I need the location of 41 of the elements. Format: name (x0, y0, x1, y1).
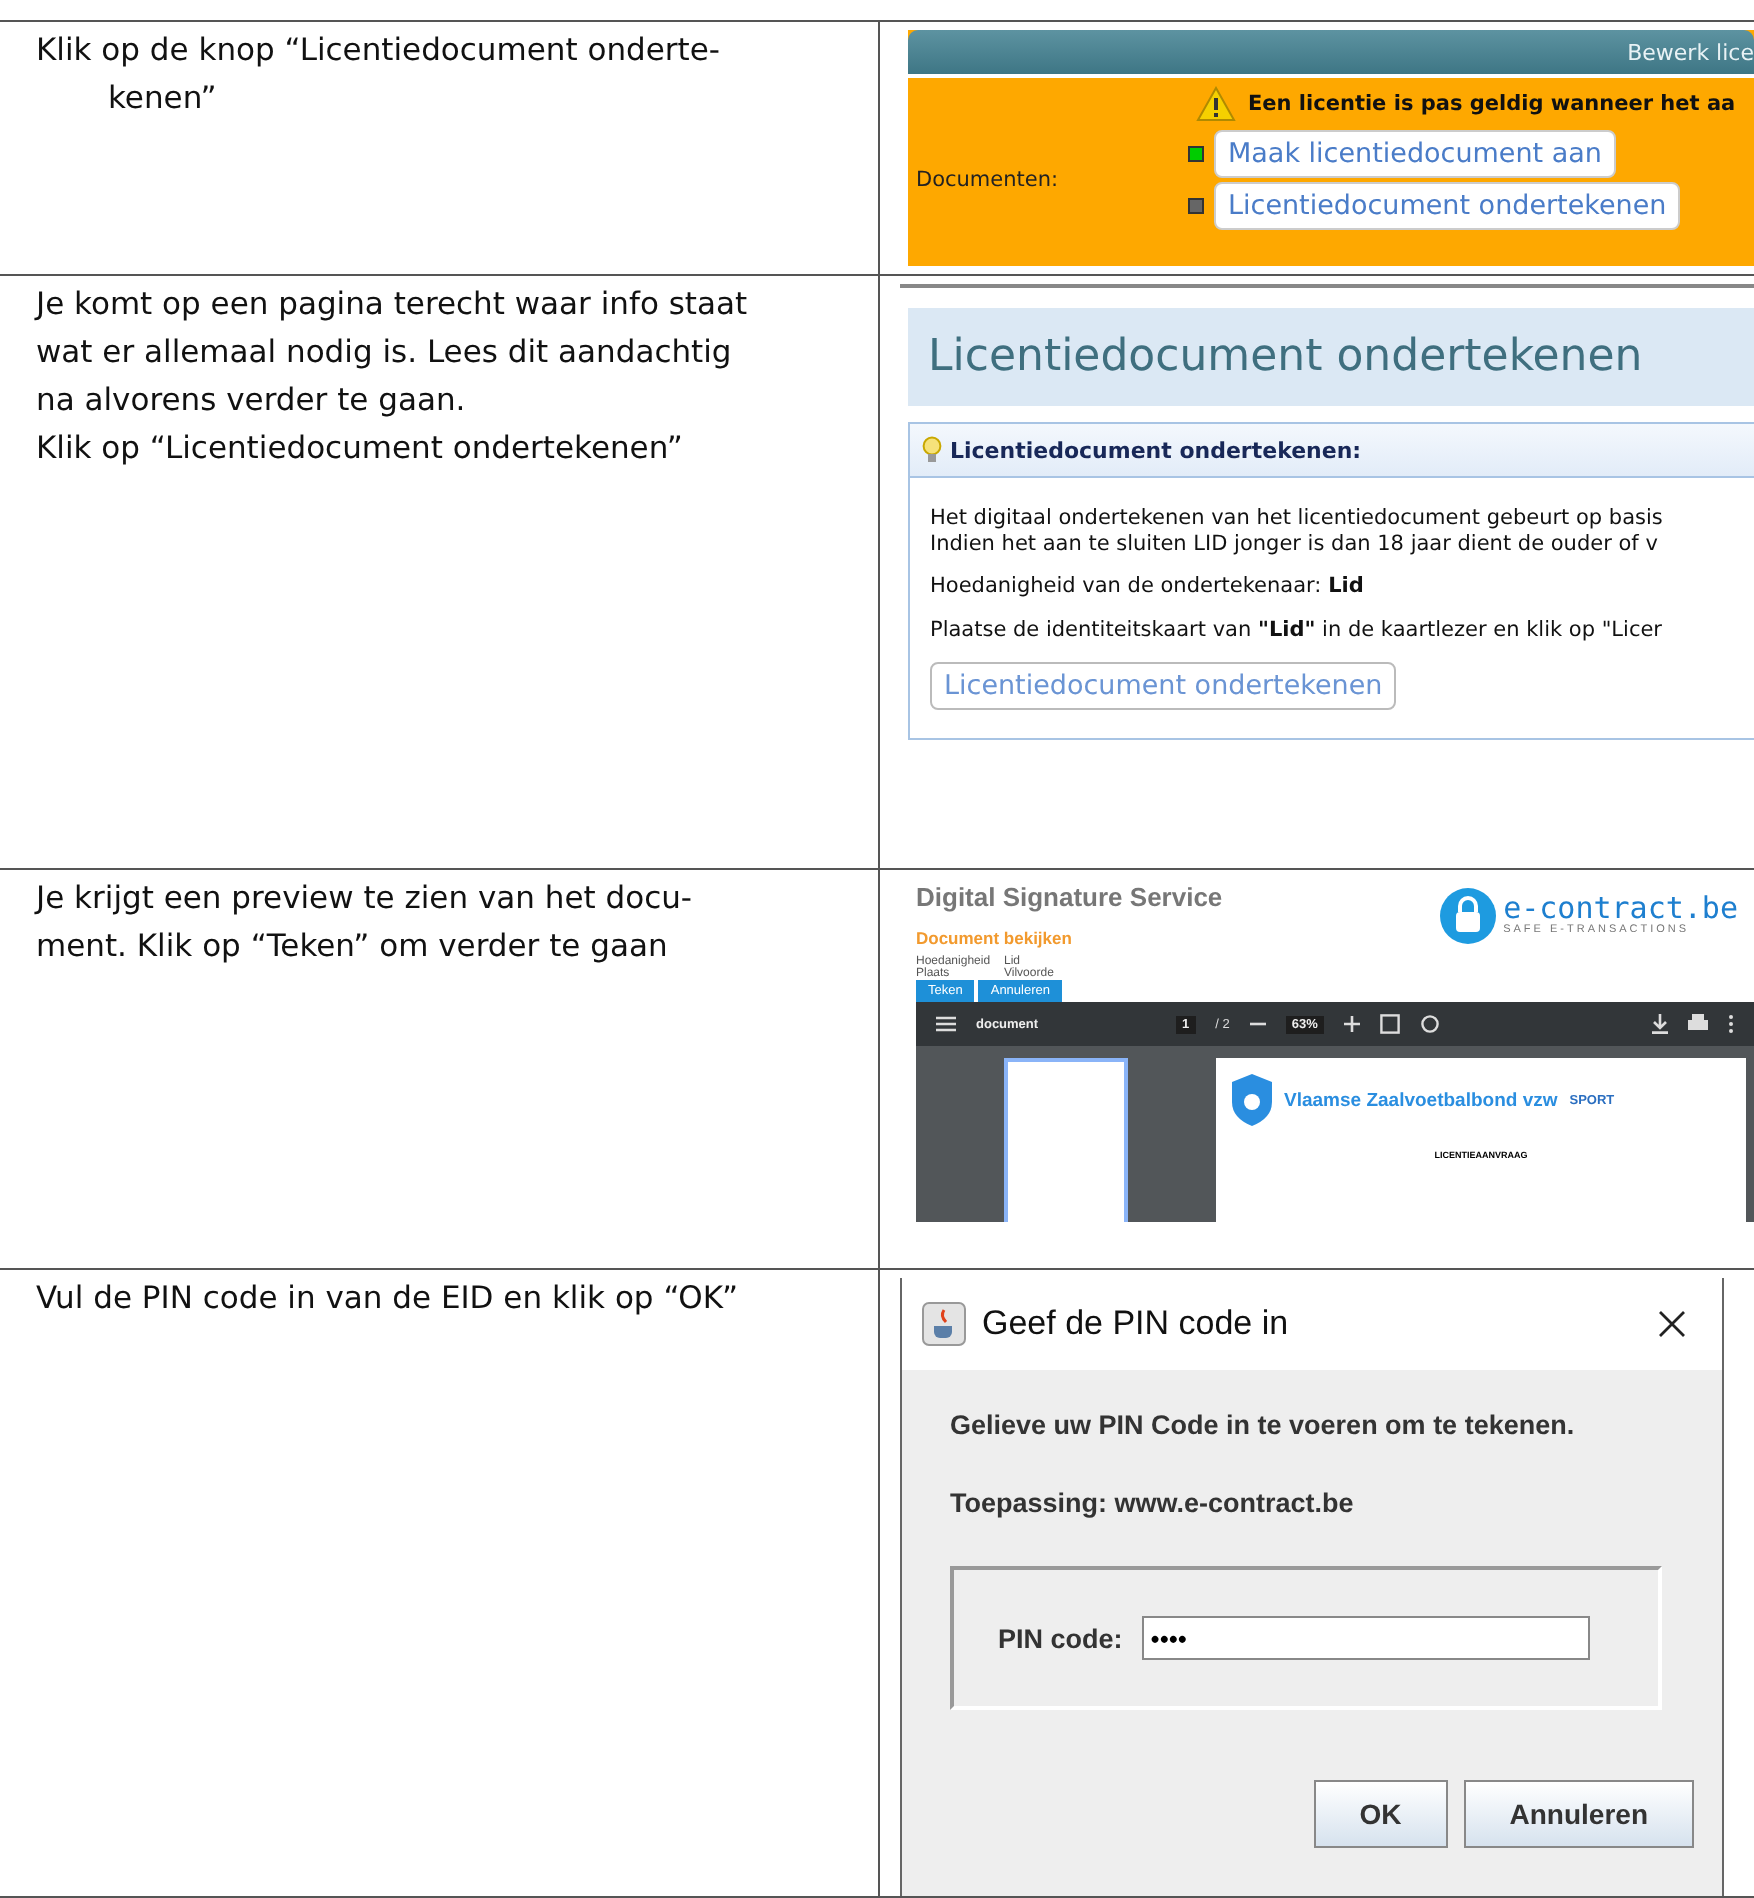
warning-text: Een licentie is pas geldig wanneer het aa (1248, 92, 1736, 116)
shield-logo-icon (1232, 1074, 1272, 1126)
info-text: Hoedanigheid van de ondertekenaar: Lid (930, 574, 1366, 598)
warning-icon (1196, 86, 1236, 122)
info-text: Plaatse de identiteitskaart van "Lid" in de kaartlezer en klik op "Licer (930, 618, 1664, 642)
page-title: Digital Signature Service (916, 882, 1223, 912)
document-title: Vlaamse Zaalvoetbalbond vzw (1284, 1089, 1558, 1111)
page-heading: Licentiedocument ondertekenen (908, 308, 1754, 406)
java-cup-icon (922, 1302, 966, 1346)
field-label: PIN code: (998, 1623, 1123, 1653)
rotate-icon[interactable] (1419, 1014, 1440, 1034)
print-icon[interactable] (1688, 1014, 1708, 1034)
more-icon[interactable] (1728, 1014, 1734, 1034)
lightbulb-icon (922, 436, 942, 464)
brand-name: e-contract.be (1503, 894, 1738, 924)
panel-title: Bewerk lice (1627, 39, 1754, 65)
dialog-button[interactable]: OK (1313, 1780, 1448, 1848)
dialog-message: Gelieve uw PIN Code in te voeren om te tekenen. (950, 1410, 1577, 1440)
document-button[interactable]: Maak licentiedocument aan (1214, 130, 1616, 178)
dialog-title: Geef de PIN code in (982, 1304, 1289, 1344)
zoom-in-icon[interactable] (1343, 1016, 1360, 1032)
pin-field[interactable]: •••• (1142, 1616, 1591, 1660)
download-icon[interactable] (1652, 1014, 1668, 1034)
instruction-text: Je komt op een pagina terecht waar info staat wat er allemaal nodig is. Lees dit aandachtig na alvorens verder te gaan. (36, 284, 750, 422)
page-subtitle: Document bekijken (916, 928, 1074, 948)
application-text: Toepassing: www.e-contract.be (950, 1488, 1356, 1518)
info-text: Indien het aan te sluiten LID jonger is dan 18 jaar dient de ouder of v (930, 532, 1660, 558)
close-icon[interactable] (1658, 1310, 1686, 1338)
fit-page-icon[interactable] (1379, 1014, 1400, 1034)
field-label: Documenten: (916, 168, 1061, 192)
page-thumbnail[interactable] (1004, 1058, 1128, 1222)
instruction-text: Klik op de knop “Licentiedocument onderte- kenen” (36, 30, 722, 120)
info-text: Het digitaal ondertekenen van het licentiedocument gebeurt op basis (930, 506, 1665, 532)
document-button[interactable]: Licentiedocument ondertekenen (1214, 182, 1681, 230)
panel-title: Licentiedocument ondertekenen: (950, 437, 1362, 463)
dialog-button[interactable]: Annuleren (1463, 1780, 1694, 1848)
padlock-logo-icon (1439, 887, 1496, 943)
instruction-text: Klik op “Licentiedocument ondertekenen” (36, 428, 685, 470)
menu-icon[interactable] (936, 1016, 956, 1032)
instruction-text: Vul de PIN code in van de EID en klik op “OK” (36, 1278, 741, 1320)
instruction-text: Je krijgt een preview te zien van het docu- ment. Klik op “Teken” om verder te gaan (36, 878, 695, 968)
